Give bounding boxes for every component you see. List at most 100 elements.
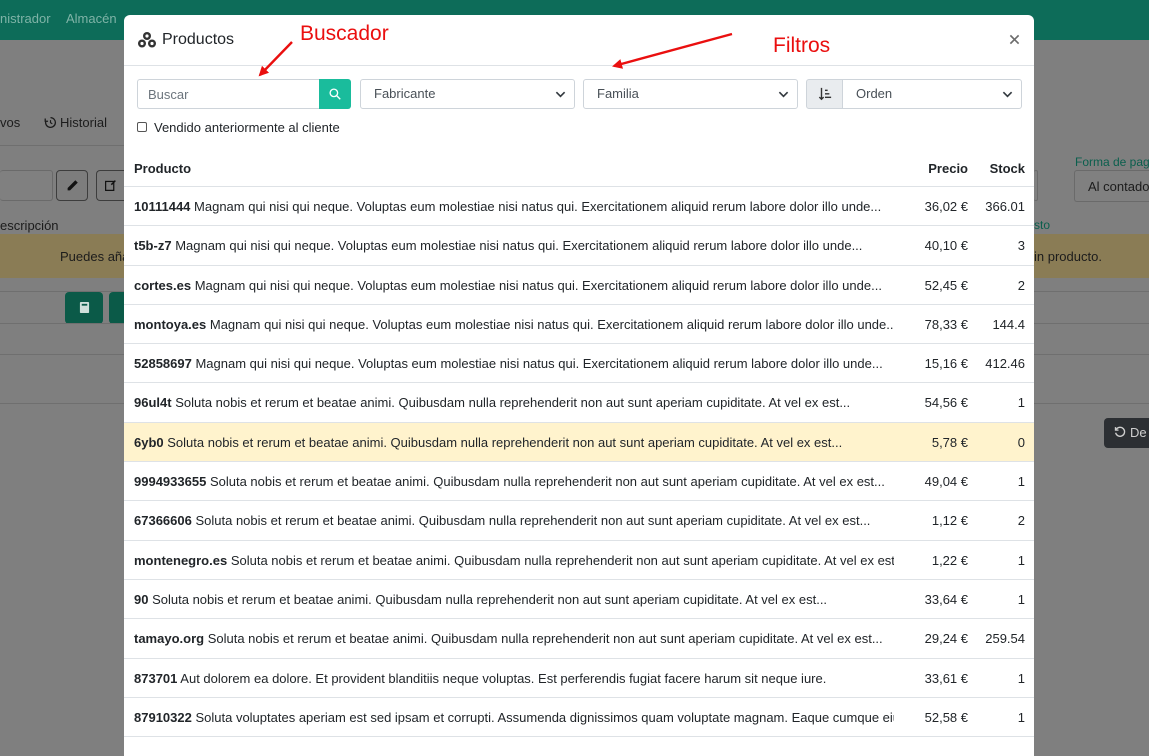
products-table: 10111444 Magnam qui nisi qui neque. Volu…: [124, 187, 1034, 738]
product-cell: 873701 Aut dolorem ea dolore. Et provide…: [134, 671, 894, 686]
background-green-button-2[interactable]: [109, 292, 124, 324]
column-header-producto[interactable]: Producto: [134, 161, 191, 176]
stock-cell: 0: [1017, 434, 1025, 450]
background-notice-right: in producto.: [1034, 234, 1149, 278]
topbar-item-almacen[interactable]: Almacén: [66, 11, 117, 26]
product-cell: montoya.es Magnam qui nisi qui neque. Vo…: [134, 317, 894, 332]
price-cell: 52,58 €: [924, 709, 968, 725]
stock-cell: 1: [1017, 670, 1025, 686]
product-reference: cortes.es: [134, 277, 192, 293]
close-button[interactable]: [1004, 28, 1024, 52]
topbar-item-administrador[interactable]: nistrador: [0, 11, 51, 26]
product-description: Soluta nobis et rerum et beatae animi. Q…: [209, 474, 885, 490]
stock-cell: 1: [1017, 395, 1025, 411]
table-row[interactable]: 96ul4t Soluta nobis et rerum et beatae a…: [124, 383, 1034, 423]
search-icon: [329, 88, 341, 100]
price-cell: 33,61 €: [924, 670, 968, 686]
product-description: Soluta nobis et rerum et beatae animi. Q…: [167, 434, 843, 450]
product-reference: 90: [134, 591, 149, 607]
price-cell: 29,24 €: [924, 631, 968, 647]
background-dark-button-label: De: [1130, 425, 1147, 440]
background-book-button[interactable]: [65, 292, 103, 324]
background-forma-pago-select[interactable]: Al contado: [1074, 170, 1149, 202]
background-divider-5: [0, 354, 124, 355]
fabricante-select[interactable]: Fabricante: [360, 79, 575, 109]
table-row[interactable]: 52858697 Magnam qui nisi qui neque. Volu…: [124, 344, 1034, 384]
product-reference: 67366606: [134, 513, 192, 529]
product-description: Soluta nobis et rerum et beatae animi. Q…: [207, 631, 883, 647]
table-row[interactable]: montoya.es Magnam qui nisi qui neque. Vo…: [124, 305, 1034, 345]
product-reference: 87910322: [134, 709, 192, 725]
background-divider-7: [1034, 291, 1149, 292]
background-tab-historial[interactable]: Historial: [44, 115, 107, 130]
product-reference: 96ul4t: [134, 395, 172, 411]
close-icon: [1009, 35, 1019, 45]
table-row[interactable]: 87910322 Soluta voluptates aperiam est s…: [124, 698, 1034, 738]
background-edit2-button[interactable]: [96, 170, 124, 201]
annotation-buscador: Buscador: [300, 22, 389, 45]
product-description: Magnam qui nisi qui neque. Voluptas eum …: [209, 316, 894, 332]
familia-select[interactable]: Familia: [583, 79, 798, 109]
product-cell: 52858697 Magnam qui nisi qui neque. Volu…: [134, 356, 894, 371]
background-notice-right-text: in producto.: [1034, 249, 1102, 264]
history-icon: [44, 116, 56, 129]
background-notice-left-text: Puedes aña: [60, 249, 130, 264]
pencil-icon: [67, 180, 78, 191]
modal-title: Productos: [162, 31, 235, 48]
table-row[interactable]: 10111444 Magnam qui nisi qui neque. Volu…: [124, 187, 1034, 227]
familia-select-value: Familia: [597, 86, 639, 101]
stock-cell: 2: [1017, 513, 1025, 529]
vendido-checkbox-row[interactable]: Vendido anteriormente al cliente: [137, 119, 340, 135]
sort-toggle-button[interactable]: [806, 79, 843, 109]
product-description: Soluta voluptates aperiam est sed ipsam …: [195, 709, 894, 725]
table-row[interactable]: t5b-z7 Magnam qui nisi qui neque. Volupt…: [124, 226, 1034, 266]
price-cell: 36,02 €: [924, 199, 968, 214]
price-cell: 49,04 €: [924, 474, 968, 490]
column-header-stock[interactable]: Stock: [990, 161, 1025, 176]
stock-cell: 412.46: [985, 356, 1025, 372]
background-divider-6: [0, 403, 124, 404]
stock-cell: 1: [1017, 474, 1025, 490]
table-row[interactable]: montenegro.es Soluta nobis et rerum et b…: [124, 541, 1034, 580]
background-tab-historial-label: Historial: [60, 115, 107, 130]
product-cell: 10111444 Magnam qui nisi qui neque. Volu…: [134, 199, 894, 214]
orden-select[interactable]: Orden: [842, 79, 1022, 109]
chevron-down-icon: [1002, 91, 1013, 98]
edit-icon: [105, 180, 116, 191]
price-cell: 52,45 €: [924, 277, 968, 293]
background-tab-partial[interactable]: vos: [0, 115, 20, 130]
product-cell: t5b-z7 Magnam qui nisi qui neque. Volupt…: [134, 238, 894, 253]
product-description: Magnam qui nisi qui neque. Voluptas eum …: [194, 199, 882, 214]
background-divider-4: [0, 323, 124, 324]
stock-cell: 1: [1017, 709, 1025, 725]
vendido-checkbox[interactable]: [137, 122, 147, 132]
undo-icon: [1114, 426, 1126, 437]
table-row[interactable]: tamayo.org Soluta nobis et rerum et beat…: [124, 619, 1034, 659]
modal-header: Productos: [124, 15, 1034, 66]
table-row[interactable]: 67366606 Soluta nobis et rerum et beatae…: [124, 501, 1034, 541]
background-divider-9: [1034, 354, 1149, 355]
column-header-precio[interactable]: Precio: [928, 161, 968, 176]
background-input[interactable]: [0, 170, 53, 201]
background-input-2[interactable]: [1034, 170, 1038, 201]
background-dark-button[interactable]: De: [1104, 418, 1149, 448]
product-description: Soluta nobis et rerum et beatae animi. Q…: [152, 591, 828, 607]
product-cell: 67366606 Soluta nobis et rerum et beatae…: [134, 513, 894, 528]
product-reference: 6yb0: [134, 434, 164, 450]
table-row[interactable]: cortes.es Magnam qui nisi qui neque. Vol…: [124, 266, 1034, 305]
table-row[interactable]: 9994933655 Soluta nobis et rerum et beat…: [124, 462, 1034, 502]
price-cell: 54,56 €: [924, 395, 968, 411]
search-input[interactable]: [137, 79, 320, 109]
table-row[interactable]: 6yb0 Soluta nobis et rerum et beatae ani…: [124, 422, 1034, 463]
vendido-checkbox-label: Vendido anteriormente al cliente: [154, 119, 340, 135]
product-cell: montenegro.es Soluta nobis et rerum et b…: [134, 553, 894, 568]
table-row[interactable]: 873701 Aut dolorem ea dolore. Et provide…: [124, 659, 1034, 698]
product-description: Soluta nobis et rerum et beatae animi. Q…: [195, 513, 871, 529]
stock-cell: 144.4: [992, 316, 1025, 332]
background-edit-button[interactable]: [56, 170, 88, 201]
table-row[interactable]: 90 Soluta nobis et rerum et beatae animi…: [124, 580, 1034, 620]
search-button[interactable]: [319, 79, 351, 109]
product-reference: 9994933655: [134, 474, 207, 490]
sort-amount-icon: [818, 87, 831, 101]
background-forma-pago-value: Al contado: [1088, 179, 1149, 194]
